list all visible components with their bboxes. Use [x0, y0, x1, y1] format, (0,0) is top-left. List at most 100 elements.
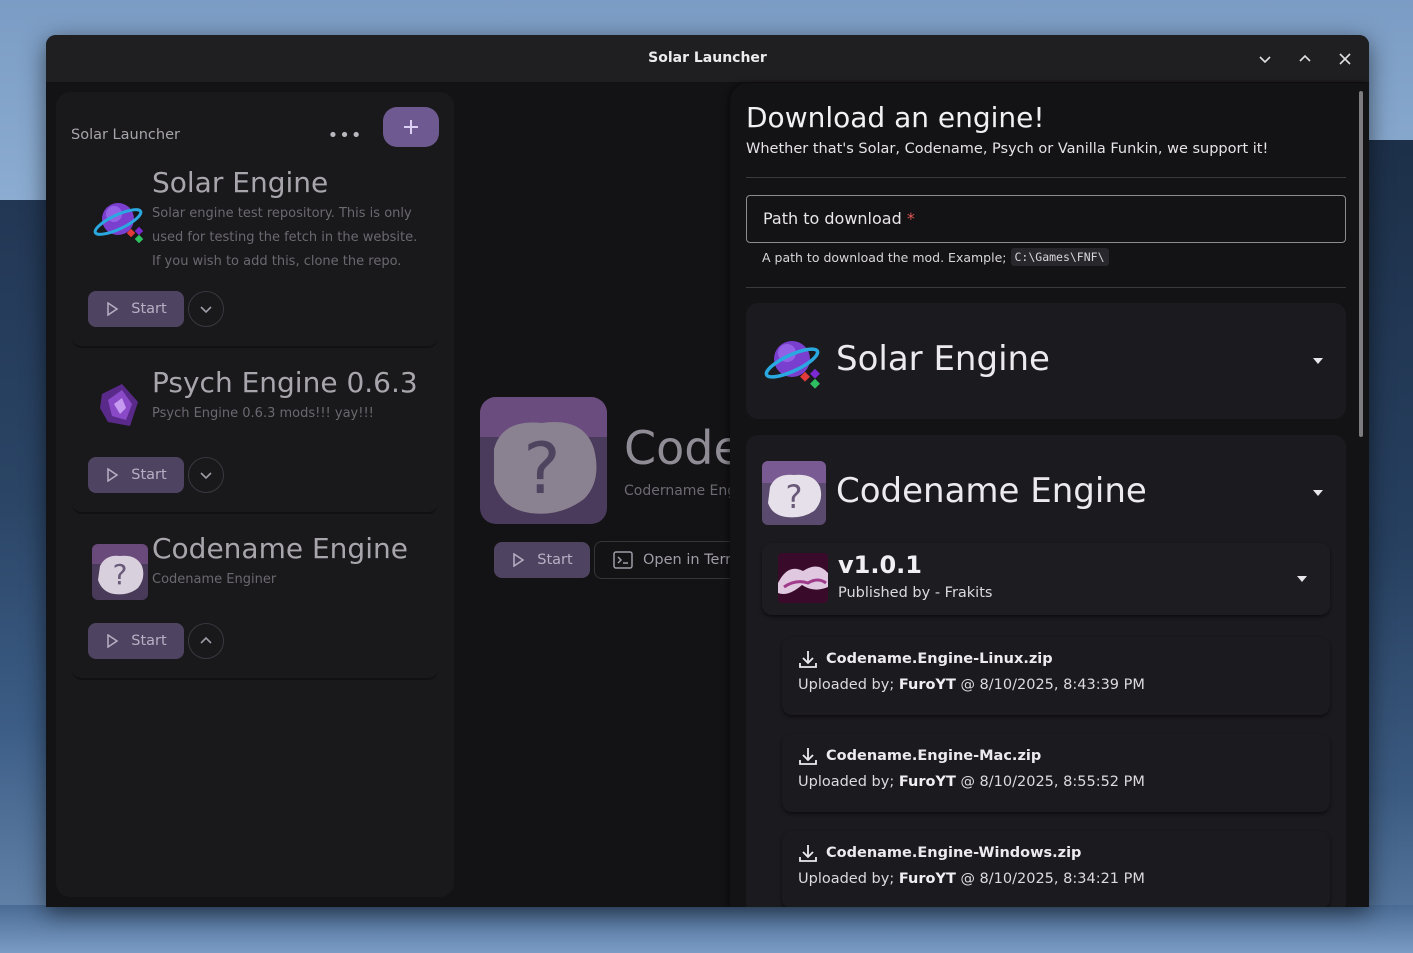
panel-subtitle: Whether that's Solar, Codename, Psych or…: [746, 141, 1269, 157]
upload-time: @ 8/10/2025, 8:55:52 PM: [960, 774, 1145, 790]
play-icon: [107, 468, 119, 482]
detail-engine-logo: ?: [480, 397, 607, 524]
minimize-button[interactable]: [1253, 47, 1277, 71]
hint-text: A path to download the mod. Example;: [762, 249, 1007, 265]
file-download-link[interactable]: Codename.Engine-Linux.zip: [798, 649, 1053, 669]
uploaded-prefix: Uploaded by;: [798, 871, 895, 887]
more-options-button[interactable]: •••: [328, 123, 362, 147]
download-icon: [799, 748, 817, 765]
file-item-linux[interactable]: Codename.Engine-Linux.zip Uploaded by; F…: [782, 637, 1330, 715]
file-name: Codename.Engine-Windows.zip: [826, 845, 1082, 861]
upload-time: @ 8/10/2025, 8:43:39 PM: [960, 677, 1145, 693]
divider: [746, 287, 1346, 288]
expand-toggle-button[interactable]: [188, 457, 224, 493]
engine-accordion-codename[interactable]: ? Codename Engine v1.0.1 Published by - …: [746, 435, 1346, 907]
caret-down-icon: [1313, 358, 1323, 364]
input-label: Path to download: [763, 209, 902, 228]
file-upload-info: Uploaded by; FuroYT @ 8/10/2025, 8:43:39…: [798, 677, 1145, 693]
terminal-icon: [613, 551, 633, 569]
file-upload-info: Uploaded by; FuroYT @ 8/10/2025, 8:34:21…: [798, 871, 1145, 887]
detail-engine-subtitle: Codername Eng: [624, 483, 737, 499]
input-hint: A path to download the mod. Example; C:\…: [762, 248, 1109, 266]
file-upload-info: Uploaded by; FuroYT @ 8/10/2025, 8:55:52…: [798, 774, 1145, 790]
engine-name: Codename Engine: [152, 532, 408, 565]
svg-text:?: ?: [523, 428, 560, 510]
start-button[interactable]: Start: [88, 623, 184, 659]
start-button[interactable]: Start: [88, 291, 184, 327]
desktop-background-left: [0, 200, 50, 953]
download-icon: [799, 845, 817, 862]
chevron-down-icon: [200, 472, 212, 480]
chevron-down-icon: [1259, 56, 1271, 64]
sidebar: Solar Launcher ••• Solar Engine Solar en…: [56, 92, 454, 897]
start-label: Start: [537, 552, 573, 568]
close-button[interactable]: [1333, 47, 1357, 71]
engine-accordion-solar[interactable]: Solar Engine: [746, 303, 1346, 419]
engine-name: Solar Engine: [152, 166, 329, 199]
play-icon: [513, 553, 525, 567]
chevron-up-icon: [200, 636, 212, 644]
sidebar-item-psych-engine[interactable]: Psych Engine 0.6.3 Psych Engine 0.6.3 mo…: [72, 360, 438, 514]
detail-engine-name: Code: [624, 421, 742, 475]
more-horizontal-icon: •••: [327, 124, 363, 146]
version-thumbnail: [778, 553, 828, 603]
uploaded-prefix: Uploaded by;: [798, 677, 895, 693]
file-download-link[interactable]: Codename.Engine-Mac.zip: [798, 746, 1041, 766]
solar-engine-logo: [92, 192, 148, 248]
sidebar-item-codename-engine[interactable]: ? Codename Engine Codename Enginer Start: [72, 526, 438, 680]
app-content: Solar Launcher ••• Solar Engine Solar en…: [46, 83, 1369, 907]
upload-time: @ 8/10/2025, 8:34:21 PM: [960, 871, 1145, 887]
uploaded-prefix: Uploaded by;: [798, 774, 895, 790]
start-label: Start: [131, 633, 167, 649]
maximize-button[interactable]: [1293, 47, 1317, 71]
hint-code: C:\Games\FNF\: [1010, 248, 1109, 266]
file-item-windows[interactable]: Codename.Engine-Windows.zip Uploaded by;…: [782, 831, 1330, 907]
file-name: Codename.Engine-Linux.zip: [826, 651, 1053, 667]
engine-description: Codename Enginer: [152, 572, 277, 587]
start-button[interactable]: Start: [88, 457, 184, 493]
svg-text:?: ?: [786, 478, 803, 516]
solar-engine-logo: [762, 329, 826, 393]
version-publisher: Published by - Frakits: [838, 585, 993, 601]
engine-name: Solar Engine: [836, 339, 1050, 379]
divider: [746, 177, 1346, 178]
engine-description: Psych Engine 0.6.3 mods!!! yay!!!: [152, 406, 374, 421]
engine-description: Solar engine test repository. This is on…: [152, 206, 418, 269]
download-icon: [799, 651, 817, 668]
version-accordion[interactable]: v1.0.1 Published by - Frakits: [762, 543, 1330, 615]
file-item-mac[interactable]: Codename.Engine-Mac.zip Uploaded by; Fur…: [782, 734, 1330, 812]
psych-engine-logo: [92, 378, 148, 434]
engine-name: Codename Engine: [836, 471, 1147, 511]
file-download-link[interactable]: Codename.Engine-Windows.zip: [798, 843, 1081, 863]
file-name: Codename.Engine-Mac.zip: [826, 748, 1042, 764]
desktop-background-right: [1365, 140, 1413, 953]
expand-toggle-button[interactable]: [188, 291, 224, 327]
codename-engine-logo: ?: [92, 544, 148, 600]
panel-scrollbar[interactable]: [1359, 91, 1363, 437]
start-label: Start: [131, 467, 167, 483]
caret-down-icon: [1313, 490, 1323, 496]
title-bar: Solar Launcher: [46, 35, 1369, 83]
play-icon: [107, 634, 119, 648]
sidebar-item-solar-engine[interactable]: Solar Engine Solar engine test repositor…: [72, 160, 438, 348]
start-label: Start: [131, 301, 167, 317]
terminal-label: Open in Term: [643, 552, 740, 568]
plus-icon: [404, 120, 418, 134]
download-path-input[interactable]: Path to download *: [746, 195, 1346, 243]
chevron-up-icon: [1299, 54, 1311, 62]
svg-text:?: ?: [113, 558, 128, 591]
panel-title: Download an engine!: [746, 101, 1045, 134]
detail-start-button[interactable]: Start: [494, 542, 590, 578]
uploader-name: FuroYT: [898, 677, 956, 693]
window-title: Solar Launcher: [648, 50, 767, 66]
collapse-toggle-button[interactable]: [188, 623, 224, 659]
codename-engine-logo: ?: [762, 461, 826, 525]
version-name: v1.0.1: [838, 551, 922, 579]
sidebar-title: Solar Launcher: [71, 127, 180, 143]
app-window: Solar Launcher Solar Launcher ••• Solar …: [46, 35, 1369, 907]
required-mark: *: [906, 209, 915, 228]
engine-name: Psych Engine 0.6.3: [152, 366, 418, 399]
add-engine-button[interactable]: [383, 107, 439, 147]
caret-down-icon: [1297, 576, 1307, 582]
uploader-name: FuroYT: [898, 871, 956, 887]
